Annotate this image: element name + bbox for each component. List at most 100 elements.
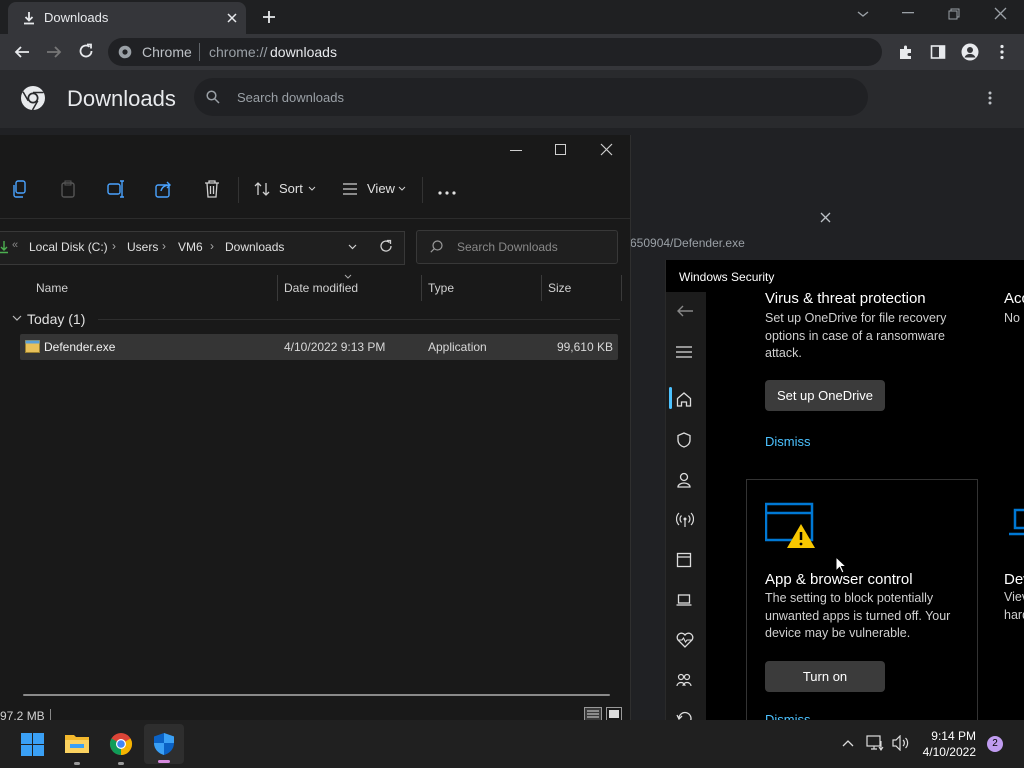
explorer-close-icon[interactable] — [600, 143, 613, 156]
more-options-icon[interactable] — [438, 191, 456, 195]
app-browser-control-icon[interactable] — [676, 552, 692, 568]
column-separator[interactable] — [421, 275, 422, 301]
command-separator — [422, 177, 423, 203]
app-browser-warning-icon — [765, 502, 815, 548]
new-tab-icon[interactable] — [262, 10, 276, 24]
column-separator[interactable] — [621, 275, 622, 301]
windows-security-shield-icon — [154, 733, 174, 755]
sort-button[interactable]: Sort — [254, 179, 320, 199]
explorer-search-box[interactable]: Search Downloads — [416, 230, 618, 264]
turn-on-button[interactable]: Turn on — [765, 661, 885, 692]
table-row[interactable]: Defender.exe 4/10/2022 9:13 PM Applicati… — [20, 334, 618, 360]
virus-threat-title: Virus & threat protection — [765, 290, 926, 307]
volume-icon[interactable] — [892, 735, 910, 751]
side-panel-icon[interactable] — [930, 44, 946, 60]
account-protection-icon[interactable] — [676, 472, 692, 488]
details-view-icon[interactable] — [584, 707, 602, 721]
view-list-icon — [343, 183, 357, 195]
hamburger-menu-icon[interactable] — [676, 346, 692, 358]
view-chevron-icon — [398, 186, 406, 191]
refresh-icon[interactable] — [379, 239, 393, 253]
security-nav-rail — [666, 292, 706, 720]
group-collapse-chevron-icon[interactable] — [12, 315, 22, 322]
back-arrow-icon[interactable] — [676, 304, 694, 318]
profile-avatar-icon[interactable] — [961, 43, 979, 61]
column-name[interactable]: Name — [36, 281, 68, 295]
download-icon — [24, 12, 34, 25]
active-nav-indicator — [669, 387, 672, 409]
omnibox[interactable]: Chrome chrome:// downloads — [108, 38, 882, 66]
virus-threat-description: Set up OneDrive for file recovery option… — [765, 311, 947, 360]
clock-time[interactable]: 9:14 PM — [920, 729, 976, 743]
explorer-maximize-icon[interactable] — [555, 144, 567, 156]
application-file-icon — [25, 340, 40, 353]
command-bar-border — [0, 218, 630, 219]
breadcrumb-overflow-icon[interactable]: « — [12, 239, 18, 251]
breadcrumb-users[interactable]: Users — [127, 240, 158, 254]
sort-arrows-icon — [254, 182, 270, 196]
rename-icon[interactable] — [107, 180, 125, 198]
notification-badge[interactable]: 2 — [987, 736, 1003, 752]
address-bar[interactable]: « Local Disk (C:) › Users › VM6 › Downlo… — [0, 231, 405, 265]
show-hidden-icons-chevron-icon[interactable] — [842, 739, 854, 747]
breadcrumb-downloads[interactable]: Downloads — [225, 240, 284, 254]
device-security-laptop-icon — [1009, 508, 1024, 536]
account-protection-title-partial: Acc — [1004, 290, 1024, 307]
device-health-heart-icon[interactable] — [676, 632, 694, 648]
file-explorer-taskbar-icon[interactable] — [64, 732, 90, 754]
firewall-network-icon[interactable] — [676, 512, 694, 528]
breadcrumb-vm6[interactable]: VM6 — [178, 240, 203, 254]
setup-onedrive-button[interactable]: Set up OneDrive — [765, 380, 885, 411]
breadcrumb-separator-icon: › — [162, 239, 166, 253]
tab-downloads[interactable]: Downloads — [8, 2, 246, 34]
tab-search-chevron-icon[interactable] — [856, 9, 870, 19]
downloads-search-placeholder: Search downloads — [237, 90, 344, 105]
chrome-taskbar-icon[interactable] — [109, 732, 133, 756]
horizontal-scrollbar[interactable] — [23, 694, 610, 696]
group-header[interactable]: Today (1) — [27, 311, 85, 327]
extensions-puzzle-icon[interactable] — [898, 44, 914, 60]
close-tab-icon[interactable] — [226, 12, 238, 24]
shield-icon[interactable] — [676, 432, 692, 448]
tiles-view-icon[interactable] — [606, 707, 622, 721]
chrome-tab-strip: Downloads — [0, 0, 1024, 34]
tab-title: Downloads — [44, 10, 109, 25]
explorer-minimize-icon[interactable] — [510, 150, 522, 152]
breadcrumb-local-disk[interactable]: Local Disk (C:) — [29, 240, 108, 254]
setup-onedrive-label: Set up OneDrive — [776, 388, 874, 403]
back-arrow-icon[interactable] — [14, 44, 30, 60]
download-path-fragment[interactable]: 650904/Defender.exe — [630, 236, 745, 250]
view-label: View — [367, 181, 395, 196]
minimize-icon[interactable] — [902, 12, 914, 14]
clock-date[interactable]: 4/10/2022 — [916, 745, 976, 759]
column-type[interactable]: Type — [428, 281, 454, 295]
close-window-icon[interactable] — [994, 7, 1007, 20]
dismiss-onedrive-link[interactable]: Dismiss — [765, 434, 811, 449]
family-options-icon[interactable] — [676, 672, 692, 688]
column-date-modified[interactable]: Date modified — [284, 281, 358, 295]
copy-icon[interactable] — [12, 180, 28, 198]
share-file-icon[interactable] — [155, 180, 173, 198]
home-icon[interactable] — [676, 391, 692, 407]
protection-history-icon[interactable] — [676, 710, 692, 720]
address-history-chevron-icon[interactable] — [348, 244, 357, 250]
restore-icon[interactable] — [948, 8, 960, 20]
downloads-search-box[interactable]: Search downloads — [194, 78, 868, 116]
downloads-more-icon[interactable] — [988, 91, 992, 105]
forward-arrow-icon[interactable] — [46, 44, 62, 60]
device-security-icon[interactable] — [676, 592, 692, 608]
chrome-logo-icon — [21, 86, 45, 111]
paste-icon[interactable] — [60, 180, 76, 198]
windows-start-icon[interactable] — [21, 733, 44, 756]
network-icon[interactable] — [866, 735, 884, 751]
view-button[interactable]: View — [342, 179, 408, 199]
reload-icon[interactable] — [78, 43, 94, 59]
column-separator[interactable] — [277, 275, 278, 301]
remove-download-icon[interactable] — [820, 212, 831, 223]
command-separator — [238, 177, 239, 203]
chrome-menu-icon[interactable] — [999, 44, 1005, 60]
column-size[interactable]: Size — [548, 281, 571, 295]
windows-security-taskbar-button[interactable] — [144, 724, 184, 764]
column-separator[interactable] — [541, 275, 542, 301]
delete-trash-icon[interactable] — [204, 180, 220, 198]
